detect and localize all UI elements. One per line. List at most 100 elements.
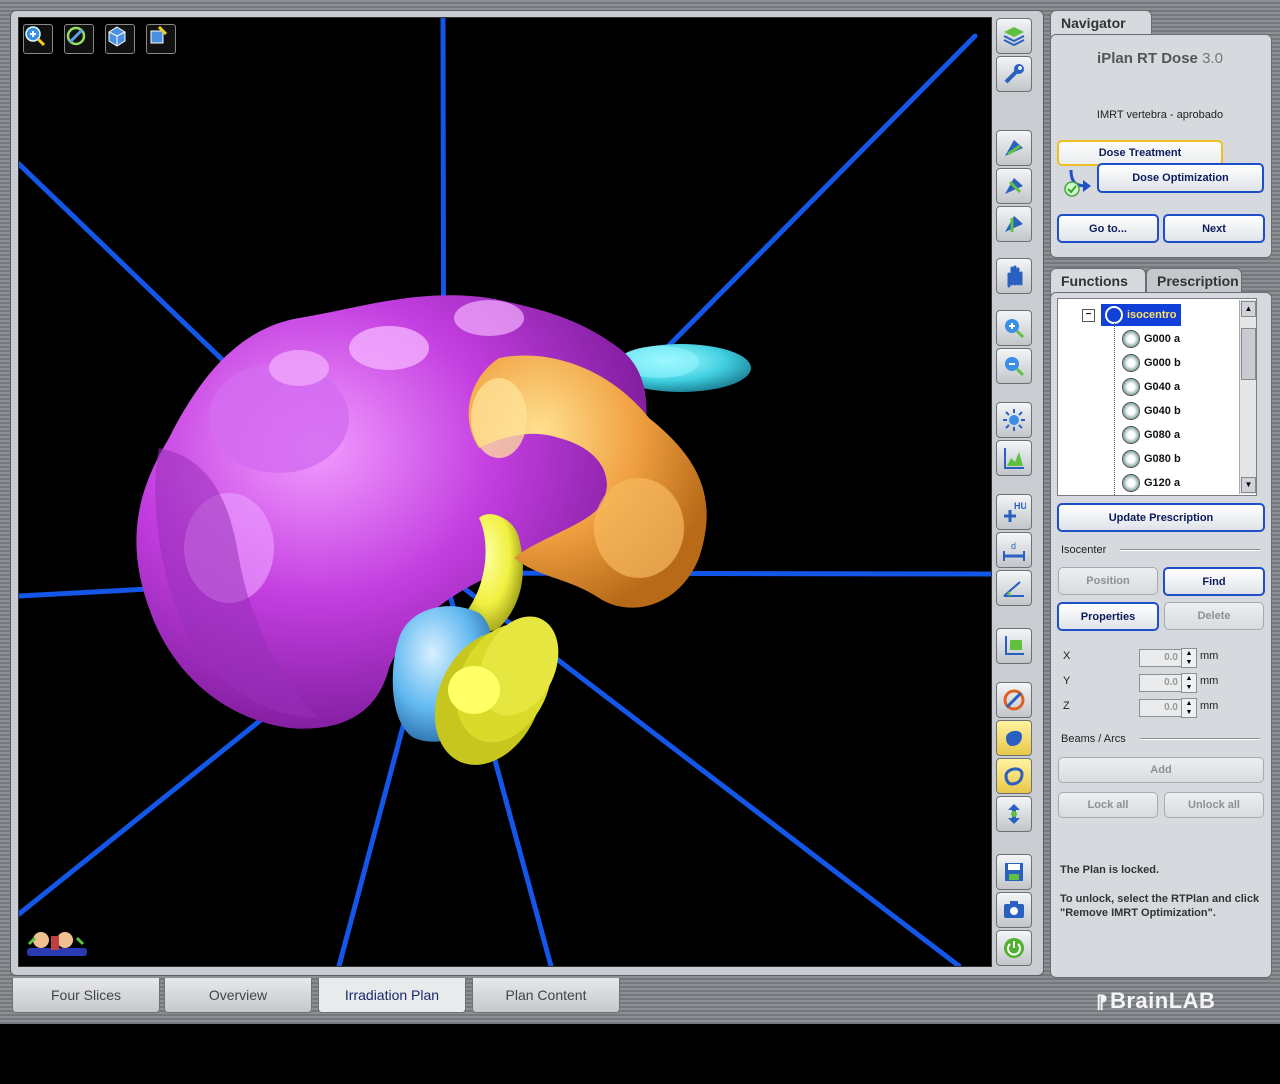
flip-icon[interactable]: [996, 796, 1032, 832]
tab-functions[interactable]: Functions: [1050, 268, 1146, 295]
save-icon[interactable]: [996, 854, 1032, 890]
coord-value-field[interactable]: 0.0: [1139, 649, 1182, 667]
zoom-in-icon[interactable]: [23, 24, 53, 54]
locked-beam-icon: [1122, 378, 1140, 396]
view-coronal-icon[interactable]: [996, 168, 1032, 204]
tree-beam-item[interactable]: G080 b: [1122, 448, 1181, 470]
brainlab-mark-icon: ⁋: [1096, 992, 1108, 1012]
distance-icon[interactable]: d: [996, 532, 1032, 568]
hand-pan-icon[interactable]: [996, 258, 1032, 294]
zoom-out-icon[interactable]: [996, 348, 1032, 384]
tab-overview[interactable]: Overview: [164, 978, 312, 1013]
3d-viewport[interactable]: [18, 17, 992, 967]
tree-beam-item[interactable]: G040 b: [1122, 400, 1181, 422]
tree-beam-item[interactable]: G120 a: [1122, 472, 1180, 494]
navigator-tab: Navigator: [1050, 10, 1152, 37]
coord-unit: mm: [1200, 650, 1219, 662]
coord-axis-label: X: [1063, 650, 1071, 662]
isocenter-divider: [1120, 549, 1260, 551]
wrench-icon[interactable]: [996, 56, 1032, 92]
brainlab-text: BrainLAB: [1109, 988, 1216, 1013]
view-sagittal-icon[interactable]: [996, 206, 1032, 242]
unlock-all-button[interactable]: Unlock all: [1164, 792, 1264, 818]
product-version: 3.0: [1202, 50, 1223, 67]
dose-optimization-step[interactable]: Dose Optimization: [1097, 163, 1264, 193]
locked-beam-icon: [1122, 402, 1140, 420]
delete-button[interactable]: Delete: [1164, 602, 1264, 630]
tree-beam-label: G080 b: [1144, 453, 1181, 465]
tab-prescription-label: Prescription: [1157, 273, 1239, 289]
coord-spinner[interactable]: ▲ ▼: [1181, 698, 1197, 718]
isocenter-icon: [1105, 306, 1123, 324]
object-outline-icon[interactable]: [996, 758, 1032, 794]
angle-icon[interactable]: [996, 570, 1032, 606]
locked-beam-icon: [1122, 354, 1140, 372]
dose-optimization-label: Dose Optimization: [1132, 172, 1229, 184]
tree-beam-label: G040 a: [1144, 381, 1181, 393]
tree-beam-item[interactable]: G040 a: [1122, 376, 1180, 398]
3d-orient-icon[interactable]: [105, 24, 135, 54]
tree-beam-label: G000 b: [1144, 357, 1181, 369]
lock-all-label: Lock all: [1087, 799, 1129, 811]
tab-prescription[interactable]: Prescription: [1146, 268, 1242, 295]
scroll-thumb[interactable]: [1241, 328, 1256, 380]
dose-treatment-label: Dose Treatment: [1098, 147, 1182, 159]
tab-irradiation-plan[interactable]: Irradiation Plan: [318, 978, 466, 1013]
coord-value-field[interactable]: 0.0: [1139, 699, 1182, 717]
tree-beam-label: G080 a: [1144, 429, 1181, 441]
find-label: Find: [1202, 575, 1226, 588]
tab-four-slices[interactable]: Four Slices: [12, 978, 160, 1013]
isocenter-title: Isocenter: [1061, 544, 1107, 556]
coord-axis-label: Y: [1063, 675, 1071, 687]
delete-label: Delete: [1197, 610, 1231, 622]
goto-button[interactable]: Go to...: [1057, 214, 1159, 243]
coord-axis-label: Z: [1063, 700, 1070, 712]
zoom-in-icon[interactable]: [996, 310, 1032, 346]
locked-beam-icon: [1122, 426, 1140, 444]
tree-beam-item[interactable]: G000 b: [1122, 352, 1181, 374]
collapse-icon[interactable]: −: [1082, 308, 1095, 322]
3d-scene: [19, 18, 991, 966]
tab-plan-content[interactable]: Plan Content: [472, 978, 620, 1013]
rotate-icon[interactable]: [64, 24, 94, 54]
lock-all-button[interactable]: Lock all: [1058, 792, 1158, 818]
color-table-icon[interactable]: [996, 682, 1032, 718]
navigator-tab-label: Navigator: [1061, 15, 1126, 31]
tree-beam-item[interactable]: G000 a: [1122, 328, 1180, 350]
hu-add-icon[interactable]: HU: [996, 494, 1032, 530]
find-button[interactable]: Find: [1163, 567, 1265, 596]
locked-beam-icon: [1122, 474, 1140, 492]
properties-label: Properties: [1080, 610, 1136, 623]
tree-root-text: isocentro: [1127, 308, 1177, 321]
layers-icon[interactable]: [996, 18, 1032, 54]
update-prescription-button[interactable]: Update Prescription: [1057, 503, 1265, 532]
workflow-arrow-icon: [1061, 168, 1095, 203]
scroll-down-icon[interactable]: ▼: [1241, 477, 1256, 493]
tree-beam-label: G120 a: [1144, 477, 1181, 489]
brightness-icon[interactable]: [996, 402, 1032, 438]
screenshot-icon[interactable]: [996, 892, 1032, 928]
add-beam-button[interactable]: Add: [1058, 757, 1264, 783]
goto-label: Go to...: [1089, 222, 1127, 235]
scroll-up-icon[interactable]: ▲: [1241, 301, 1256, 317]
position-button[interactable]: Position: [1058, 567, 1158, 595]
coord-spinner[interactable]: ▲ ▼: [1181, 648, 1197, 668]
next-label: Next: [1202, 222, 1226, 235]
beam-tree[interactable]: − isocentro G000 a G000 b G040 a G040 b G080…: [1057, 298, 1257, 496]
coord-spinner[interactable]: ▲ ▼: [1181, 673, 1197, 693]
dvh-icon[interactable]: [996, 440, 1032, 476]
coord-value-field[interactable]: 0.0: [1139, 674, 1182, 692]
plan-name: IMRT vertebra - aprobado: [1096, 109, 1224, 121]
properties-button[interactable]: Properties: [1057, 602, 1159, 631]
tree-beam-item[interactable]: G080 a: [1122, 424, 1180, 446]
roi-icon[interactable]: [996, 628, 1032, 664]
reset-view-icon[interactable]: [146, 24, 176, 54]
next-button[interactable]: Next: [1163, 214, 1265, 243]
view-axial-icon[interactable]: [996, 130, 1032, 166]
object-blue-icon[interactable]: [996, 720, 1032, 756]
plan-locked-message: The Plan is locked.: [1060, 864, 1160, 876]
tree-root-isocentro[interactable]: − isocentro: [1082, 304, 1181, 326]
tree-scrollbar[interactable]: ▲ ▼: [1239, 300, 1256, 494]
locked-beam-icon: [1122, 330, 1140, 348]
power-icon[interactable]: [996, 930, 1032, 966]
